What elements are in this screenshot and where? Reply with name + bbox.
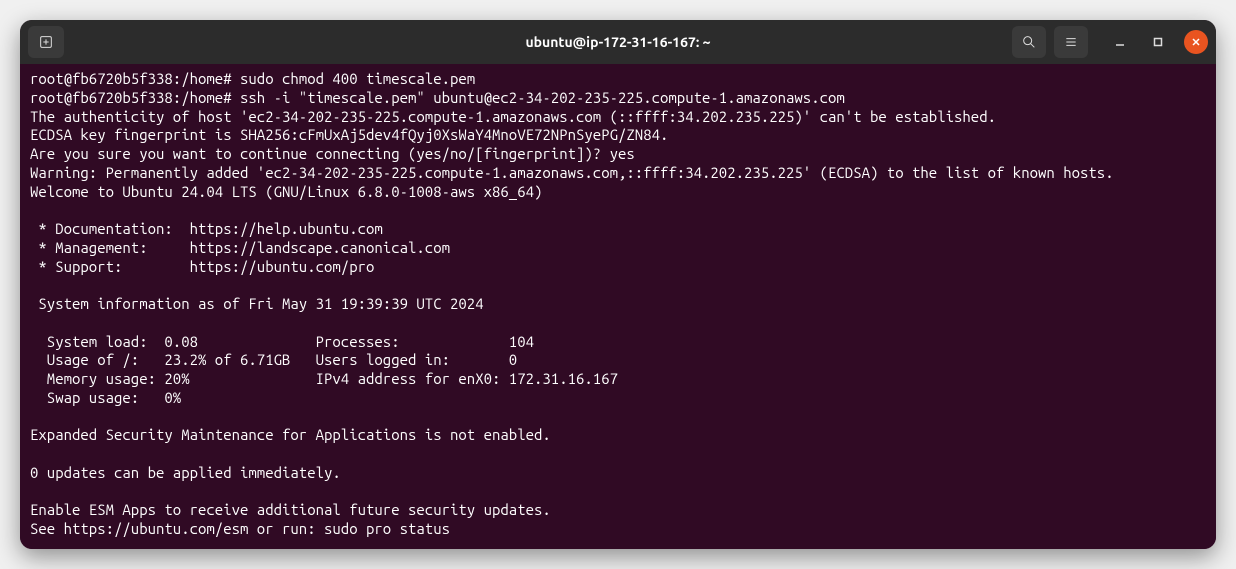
terminal-line	[30, 201, 1206, 220]
terminal-line: ECDSA key fingerprint is SHA256:cFmUxAj5…	[30, 126, 1206, 145]
new-tab-button[interactable]	[28, 26, 64, 58]
terminal-line	[30, 445, 1206, 464]
maximize-button[interactable]	[1146, 30, 1170, 54]
search-icon	[1021, 34, 1037, 50]
terminal-line: The authenticity of host 'ec2-34-202-235…	[30, 108, 1206, 127]
terminal-line	[30, 314, 1206, 333]
terminal-line: root@fb6720b5f338:/home# sudo chmod 400 …	[30, 70, 1206, 89]
menu-button[interactable]	[1054, 26, 1088, 58]
search-button[interactable]	[1012, 26, 1046, 58]
terminal-line: Usage of /: 23.2% of 6.71GB Users logged…	[30, 351, 1206, 370]
titlebar: ubuntu@ip-172-31-16-167: ~	[20, 20, 1216, 64]
terminal-output[interactable]: root@fb6720b5f338:/home# sudo chmod 400 …	[20, 64, 1216, 549]
terminal-line: * Documentation: https://help.ubuntu.com	[30, 220, 1206, 239]
maximize-icon	[1152, 36, 1164, 48]
minimize-icon	[1114, 36, 1126, 48]
terminal-line: Welcome to Ubuntu 24.04 LTS (GNU/Linux 6…	[30, 183, 1206, 202]
terminal-line: 0 updates can be applied immediately.	[30, 464, 1206, 483]
terminal-line: Warning: Permanently added 'ec2-34-202-2…	[30, 164, 1206, 183]
terminal-line: * Management: https://landscape.canonica…	[30, 239, 1206, 258]
terminal-line	[30, 276, 1206, 295]
terminal-line	[30, 483, 1206, 502]
close-icon	[1190, 36, 1202, 48]
terminal-line: Memory usage: 20% IPv4 address for enX0:…	[30, 370, 1206, 389]
terminal-line: System information as of Fri May 31 19:3…	[30, 295, 1206, 314]
window-title: ubuntu@ip-172-31-16-167: ~	[525, 34, 710, 50]
terminal-line: Expanded Security Maintenance for Applic…	[30, 426, 1206, 445]
terminal-line: root@fb6720b5f338:/home# ssh -i "timesca…	[30, 89, 1206, 108]
terminal-line: Enable ESM Apps to receive additional fu…	[30, 501, 1206, 520]
terminal-line: Are you sure you want to continue connec…	[30, 145, 1206, 164]
terminal-line: * Support: https://ubuntu.com/pro	[30, 258, 1206, 277]
close-button[interactable]	[1184, 30, 1208, 54]
terminal-line	[30, 408, 1206, 427]
minimize-button[interactable]	[1108, 30, 1132, 54]
terminal-line: See https://ubuntu.com/esm or run: sudo …	[30, 520, 1206, 539]
terminal-window: ubuntu@ip-172-31-16-167: ~	[20, 20, 1216, 549]
terminal-line: System load: 0.08 Processes: 104	[30, 333, 1206, 352]
terminal-line: Swap usage: 0%	[30, 389, 1206, 408]
hamburger-icon	[1063, 34, 1079, 50]
new-tab-icon	[38, 34, 54, 50]
